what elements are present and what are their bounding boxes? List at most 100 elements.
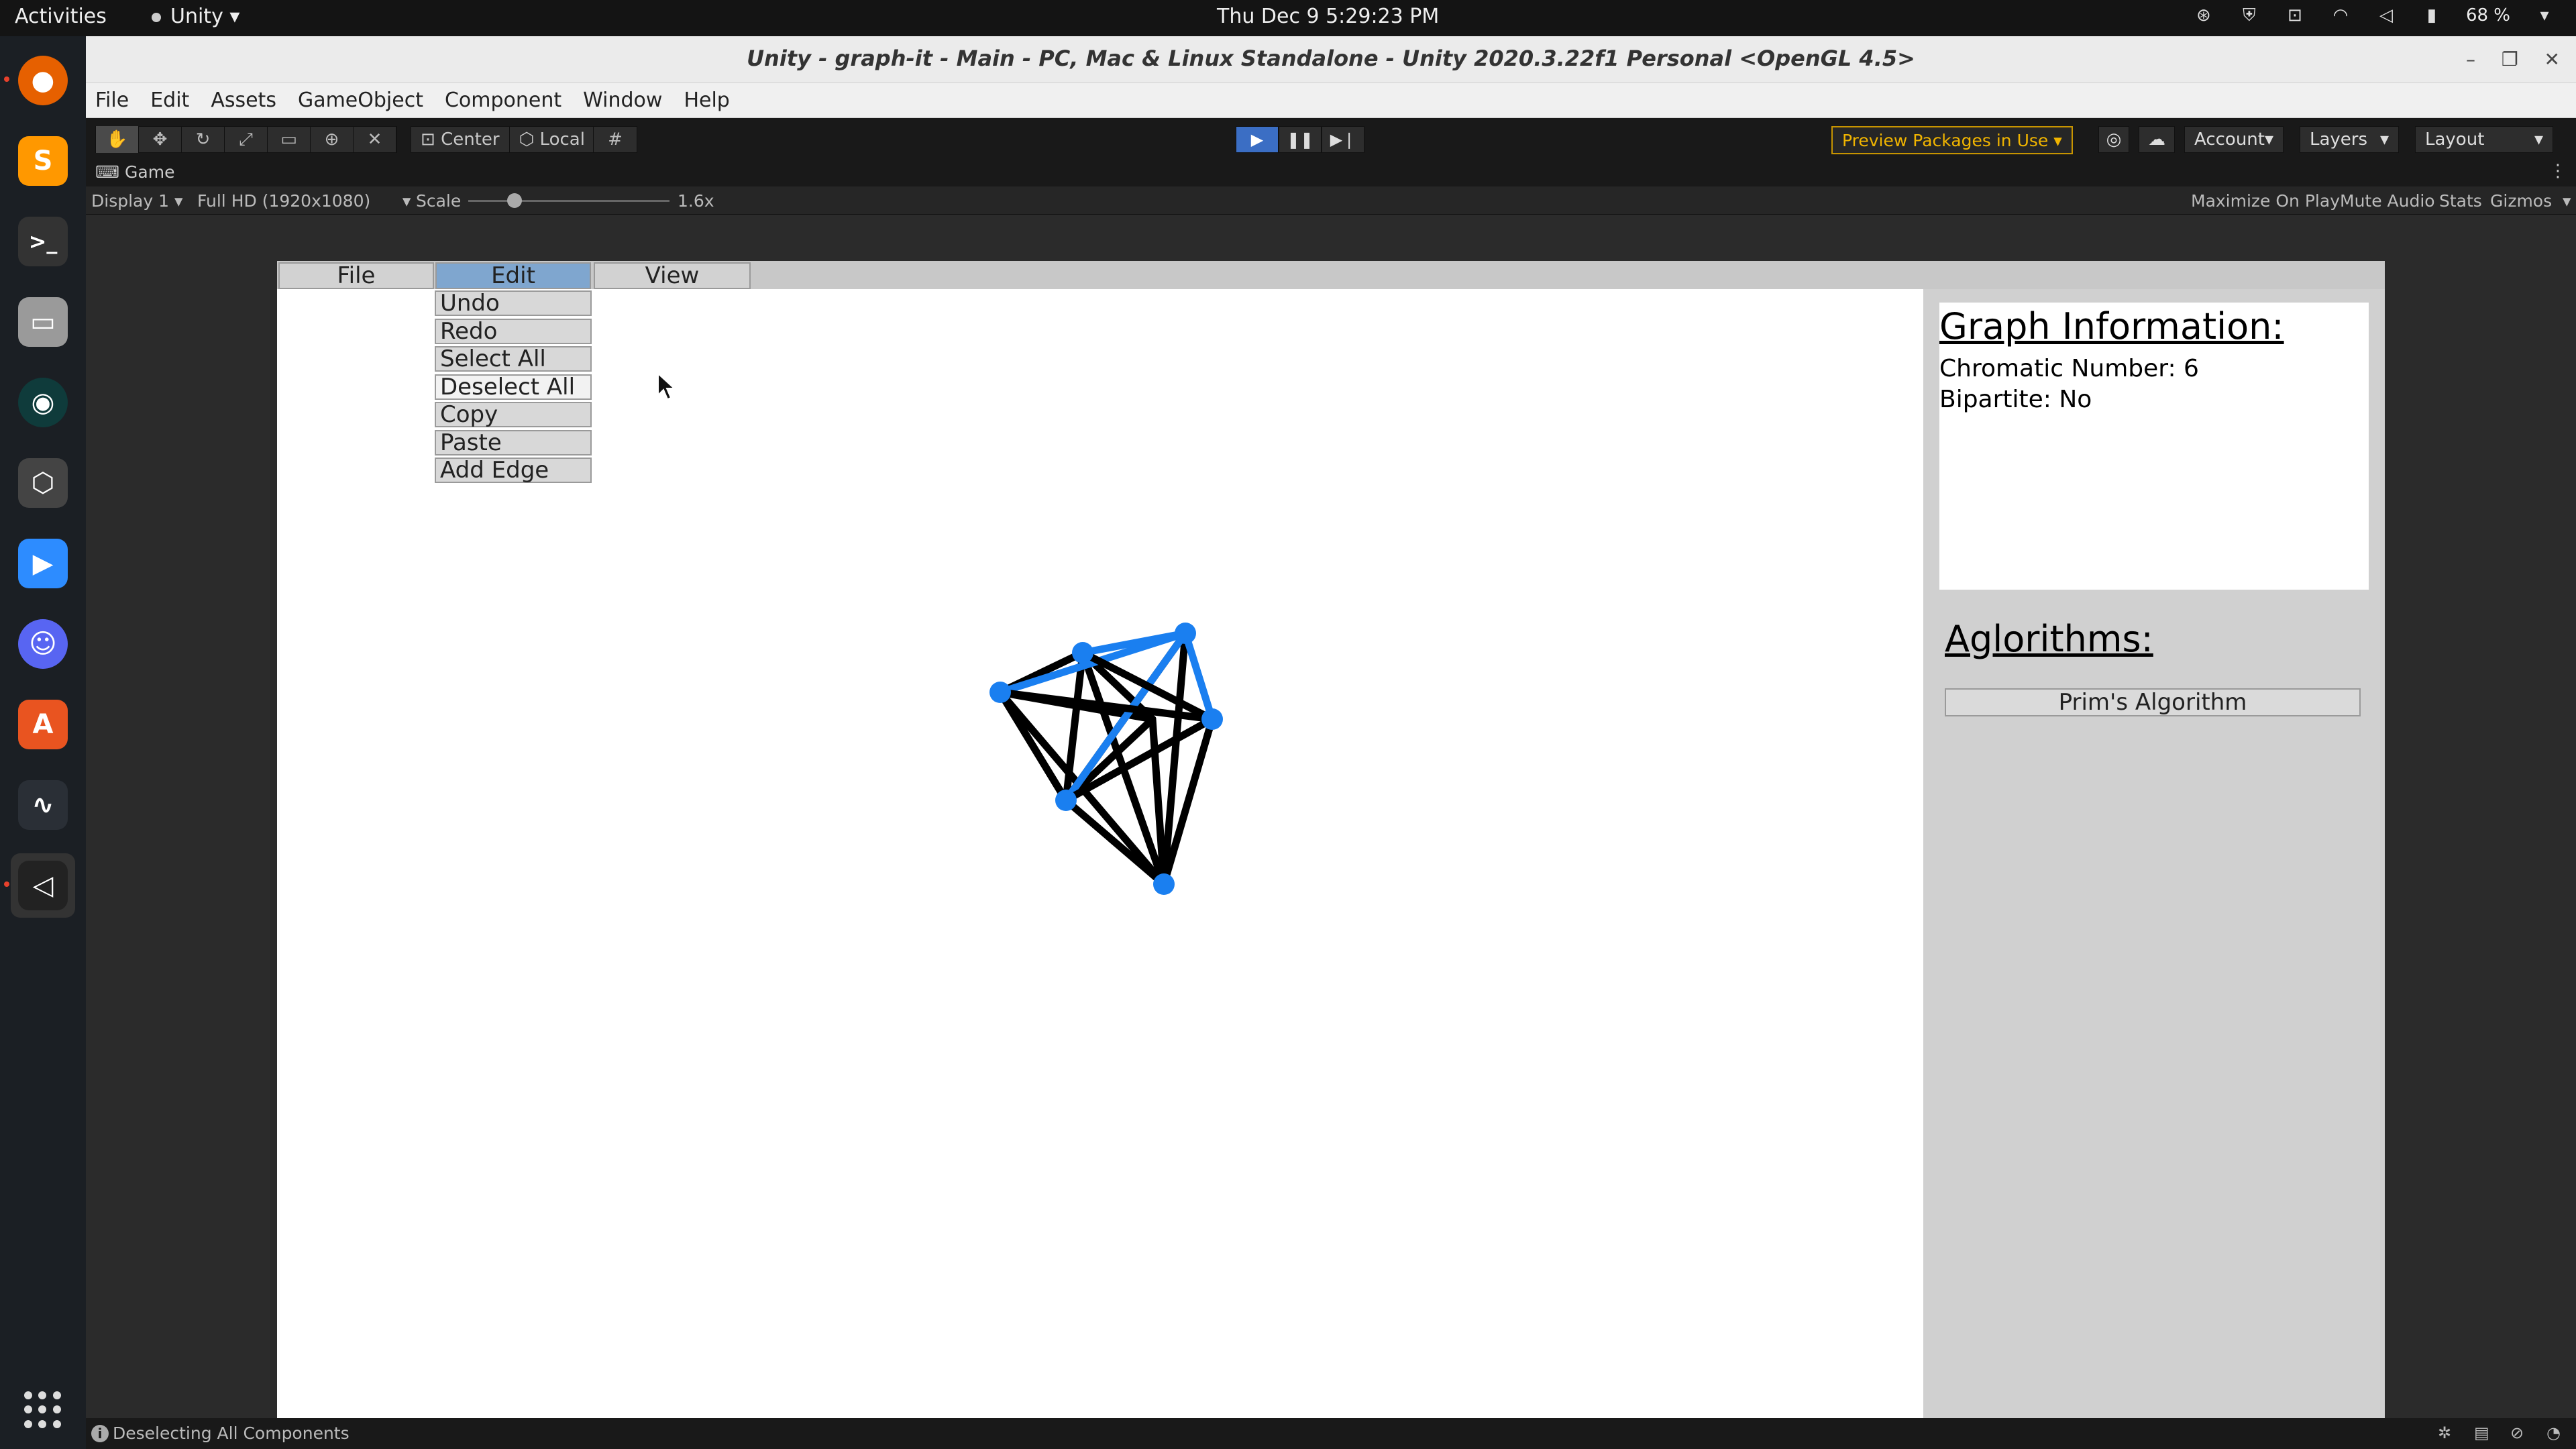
- menu-item-copy[interactable]: Copy: [435, 401, 592, 428]
- pivot-center-label: Center: [441, 129, 500, 150]
- rotate-tool-icon[interactable]: ↻: [182, 126, 225, 153]
- scale-slider-knob[interactable]: [507, 193, 522, 208]
- editor-menu-bar: File Edit Assets GameObject Component Wi…: [86, 83, 2576, 118]
- gizmos-label: Gizmos: [2490, 191, 2553, 211]
- lock-icon[interactable]: ⊡: [2284, 4, 2306, 27]
- minimize-icon[interactable]: –: [2466, 48, 2475, 70]
- game-tab[interactable]: ⌨ Game: [95, 162, 174, 182]
- algorithms-heading: Aglorithms:: [1945, 618, 2153, 660]
- menu-item-paste[interactable]: Paste: [435, 429, 592, 456]
- clock[interactable]: Thu Dec 9 5:29:23 PM: [1217, 5, 1439, 28]
- editor-toolbar: ✋ ✥ ↻ ⤢ ▭ ⊕ ✕ ⊡ Center ⬡ Local # ▶ ❚❚ ▶❘…: [86, 118, 2576, 160]
- layers-dropdown[interactable]: Layers ▾: [2300, 126, 2399, 153]
- menu-component[interactable]: Component: [445, 89, 561, 112]
- app-store-icon: A: [18, 700, 68, 749]
- grid-snap-icon[interactable]: #: [594, 126, 637, 153]
- edge: [996, 688, 1070, 804]
- auto-refresh-icon[interactable]: ⊘: [2510, 1424, 2529, 1442]
- step-button[interactable]: ▶❘: [1322, 126, 1364, 153]
- scale-slider-track[interactable]: [468, 200, 669, 202]
- account-dropdown[interactable]: Account ▾: [2184, 126, 2284, 153]
- game-canvas[interactable]: File Edit View Undo Redo Select All Dese…: [277, 261, 2385, 1446]
- chevron-down-icon: ▾: [2264, 129, 2274, 150]
- graph-node: [1175, 623, 1196, 644]
- graph-info-box: Graph Information: Chromatic Number: 6 B…: [1939, 303, 2369, 590]
- steam-icon[interactable]: ⊛: [2192, 4, 2215, 27]
- close-icon[interactable]: ✕: [2544, 48, 2560, 70]
- menu-edit[interactable]: Edit: [150, 89, 189, 112]
- app-menu[interactable]: Unity ▾: [152, 5, 239, 28]
- volume-icon[interactable]: ◁: [2375, 4, 2398, 27]
- bug-icon[interactable]: ✲: [2438, 1424, 2457, 1442]
- graph-node: [1153, 873, 1175, 895]
- maximize-on-play-toggle[interactable]: Maximize On Play: [2191, 191, 2340, 211]
- pivot-local-toggle[interactable]: ⬡ Local: [510, 126, 595, 153]
- cloud-icon[interactable]: ☁: [2139, 126, 2175, 153]
- menu-item-deselect-all[interactable]: Deselect All: [435, 374, 592, 400]
- chevron-down-icon: ▾: [2379, 129, 2389, 150]
- title-bar[interactable]: Unity - graph-it - Main - PC, Mac & Linu…: [86, 36, 2576, 83]
- dock-sublime[interactable]: S: [11, 129, 75, 193]
- dock: ● S >_ ▭ ◉ ⬡ ▶ ☺ A ∿ ◁: [0, 36, 86, 1449]
- display-dropdown[interactable]: Display 1 ▾: [91, 191, 183, 211]
- dock-zoom[interactable]: ▶: [11, 531, 75, 596]
- stats-toggle[interactable]: Stats: [2439, 191, 2482, 211]
- layout-dropdown[interactable]: Layout ▾: [2415, 126, 2553, 153]
- system-tray[interactable]: ⊛ ⛨ ⊡ ◠ ◁ ▮ 68 % ▾: [2192, 4, 2556, 27]
- transform-tool-icon[interactable]: ⊕: [311, 126, 354, 153]
- dock-unity-editor[interactable]: ◁: [11, 853, 75, 918]
- play-button[interactable]: ▶: [1236, 126, 1279, 153]
- app-menu-label: Unity: [170, 5, 223, 28]
- dock-terminal[interactable]: >_: [11, 209, 75, 274]
- gizmos-dropdown[interactable]: Gizmos ▾: [2490, 191, 2571, 211]
- sublime-text-icon: S: [18, 136, 68, 186]
- wifi-icon[interactable]: ◠: [2329, 4, 2352, 27]
- collab-icon[interactable]: ◎: [2098, 126, 2129, 153]
- dock-discord[interactable]: ☺: [11, 612, 75, 676]
- mute-audio-toggle[interactable]: Mute Audio: [2340, 191, 2435, 211]
- running-indicator: [4, 76, 9, 82]
- status-message[interactable]: Deselecting All Components: [113, 1424, 350, 1443]
- pause-button[interactable]: ❚❚: [1279, 126, 1322, 153]
- menu-gameobject[interactable]: GameObject: [298, 89, 423, 112]
- bipartite-status: Bipartite: No: [1939, 386, 2092, 413]
- tab-menu-icon[interactable]: ⋮: [2549, 161, 2567, 181]
- battery-icon[interactable]: ▮: [2420, 4, 2443, 27]
- shield-icon[interactable]: ⛨: [2238, 4, 2261, 27]
- files-icon: ▭: [18, 297, 68, 347]
- menu-window[interactable]: Window: [583, 89, 662, 112]
- progress-icon[interactable]: ◔: [2546, 1424, 2565, 1442]
- gamepad-icon: ⌨: [95, 162, 125, 182]
- graph-node: [989, 682, 1011, 703]
- menu-item-add-edge[interactable]: Add Edge: [435, 457, 592, 484]
- resolution-dropdown[interactable]: Full HD (1920x1080) ▾: [197, 191, 411, 211]
- dock-firefox[interactable]: ●: [11, 48, 75, 113]
- menu-item-undo[interactable]: Undo: [435, 290, 592, 317]
- dock-files[interactable]: ▭: [11, 290, 75, 354]
- move-tool-icon[interactable]: ✥: [139, 126, 182, 153]
- custom-tool-icon[interactable]: ✕: [354, 126, 396, 153]
- preview-packages-label: Preview Packages in Use: [1842, 130, 2049, 150]
- dock-system-monitor[interactable]: ∿: [11, 773, 75, 837]
- preview-packages-button[interactable]: Preview Packages in Use ▾: [1831, 126, 2073, 154]
- menu-file[interactable]: File: [95, 89, 129, 112]
- cache-server-icon[interactable]: ▤: [2474, 1424, 2493, 1442]
- dock-app-store[interactable]: A: [11, 692, 75, 757]
- menu-help[interactable]: Help: [684, 89, 729, 112]
- dock-gitkraken[interactable]: ◉: [11, 370, 75, 435]
- menu-assets[interactable]: Assets: [211, 89, 276, 112]
- menu-item-redo[interactable]: Redo: [435, 318, 592, 345]
- layout-label: Layout: [2425, 129, 2485, 150]
- rect-tool-icon[interactable]: ▭: [268, 126, 311, 153]
- chevron-down-icon[interactable]: ▾: [2533, 4, 2556, 27]
- hand-tool-icon[interactable]: ✋: [96, 126, 139, 153]
- activities-button[interactable]: Activities: [15, 5, 107, 28]
- show-applications-icon[interactable]: [24, 1391, 62, 1429]
- menu-item-select-all[interactable]: Select All: [435, 345, 592, 372]
- prims-algorithm-button[interactable]: Prim's Algorithm: [1945, 688, 2361, 716]
- mouse-cursor-icon: [657, 372, 676, 400]
- restore-icon[interactable]: ❐: [2502, 48, 2518, 70]
- scale-tool-icon[interactable]: ⤢: [225, 126, 268, 153]
- dock-unity-hub[interactable]: ⬡: [11, 451, 75, 515]
- pivot-center-toggle[interactable]: ⊡ Center: [411, 126, 510, 153]
